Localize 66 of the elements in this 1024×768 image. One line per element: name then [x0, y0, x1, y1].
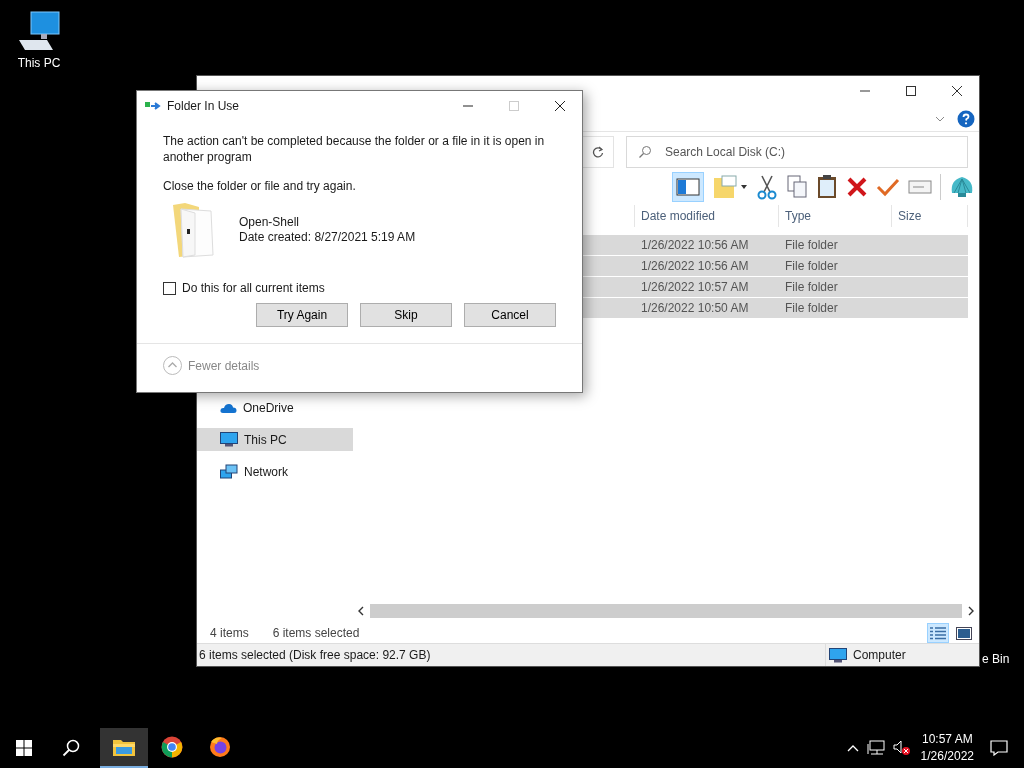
chevron-up-icon[interactable]: [846, 744, 859, 752]
nav-item[interactable]: This PC: [197, 428, 353, 451]
notification-icon[interactable]: [990, 740, 1008, 756]
folder-icon: [171, 201, 217, 259]
preview-pane-button[interactable]: [672, 172, 704, 202]
location-label: Computer: [853, 648, 906, 662]
column-header[interactable]: Size: [892, 205, 968, 227]
type-cell-text: File folder: [784, 280, 839, 294]
dialog-instruction: Close the folder or file and try again.: [163, 179, 357, 193]
refresh-icon: [592, 146, 604, 158]
volume-muted-icon[interactable]: [892, 740, 911, 756]
chevron-down-icon[interactable]: [935, 115, 945, 122]
network-icon[interactable]: [866, 740, 885, 756]
scroll-left-icon[interactable]: [356, 606, 366, 616]
computer-icon[interactable]: [17, 10, 61, 52]
desktop-icon-label[interactable]: This PC: [17, 56, 61, 70]
selection-count: 6 items selected: [272, 626, 360, 640]
folder-icon: [112, 737, 136, 757]
dialog-message: The action can't be completed because the folder or a file in it is open in another program: [163, 133, 546, 165]
browser-icon: [161, 736, 183, 758]
date-cell-text: 1/26/2022 10:56 AM: [640, 238, 750, 252]
dialog-button[interactable]: Try Again: [256, 303, 348, 327]
dialog-button[interactable]: Skip: [360, 303, 452, 327]
file-name: Open-Shell: [239, 215, 301, 230]
dialog-button[interactable]: Cancel: [464, 303, 556, 327]
details-view-button[interactable]: [927, 623, 949, 643]
start-icon[interactable]: [16, 740, 32, 756]
date-cell-text: 1/26/2022 10:56 AM: [640, 259, 750, 273]
maximize-icon[interactable]: [905, 85, 917, 97]
fewer-details-button[interactable]: Fewer details: [163, 356, 260, 375]
checkbox-label[interactable]: Do this for all current items: [182, 281, 325, 295]
close-icon[interactable]: [554, 100, 566, 112]
browser-icon: [209, 736, 231, 758]
monitor-icon: [829, 647, 847, 663]
date-cell-text: 1/26/2022 10:50 AM: [640, 301, 750, 315]
column-header[interactable]: Type: [779, 205, 892, 227]
type-cell-text: File folder: [784, 238, 839, 252]
monitor-icon: [220, 432, 238, 447]
search-field[interactable]: Search Local Disk (C:): [626, 136, 968, 168]
date-cell-text: 1/26/2022 10:57 AM: [640, 280, 750, 294]
status-text: 6 items selected (Disk free space: 92.7 GB): [198, 648, 432, 662]
move-icon: [145, 100, 161, 112]
checkbox[interactable]: [163, 281, 176, 295]
refresh-button[interactable]: [582, 136, 614, 168]
close-icon[interactable]: [951, 85, 963, 97]
scissors-icon[interactable]: [756, 174, 778, 200]
help-icon[interactable]: [957, 109, 975, 128]
type-cell-text: File folder: [784, 259, 839, 273]
item-count: 4 items: [210, 626, 249, 640]
clipboard-icon[interactable]: [816, 174, 838, 200]
clock-date[interactable]: 1/26/2022: [920, 748, 974, 765]
dialog-title: Folder In Use: [167, 99, 240, 113]
nav-item[interactable]: OneDrive: [197, 396, 353, 419]
network-icon: [220, 463, 238, 480]
type-cell-text: File folder: [784, 301, 839, 315]
scroll-right-icon[interactable]: [966, 606, 976, 616]
shell-icon[interactable]: [949, 174, 975, 200]
nav-item[interactable]: Network: [197, 460, 353, 483]
clock-time[interactable]: 10:57 AM: [921, 731, 973, 748]
taskbar-app[interactable]: [100, 728, 148, 768]
maximize-icon: [508, 100, 520, 112]
column-header[interactable]: Date modified: [635, 205, 779, 227]
search-icon[interactable]: [62, 739, 80, 757]
desktop-icon-label[interactable]: e Bin: [982, 652, 1010, 666]
collapse-icon: [163, 356, 182, 375]
cloud-icon: [220, 401, 237, 414]
